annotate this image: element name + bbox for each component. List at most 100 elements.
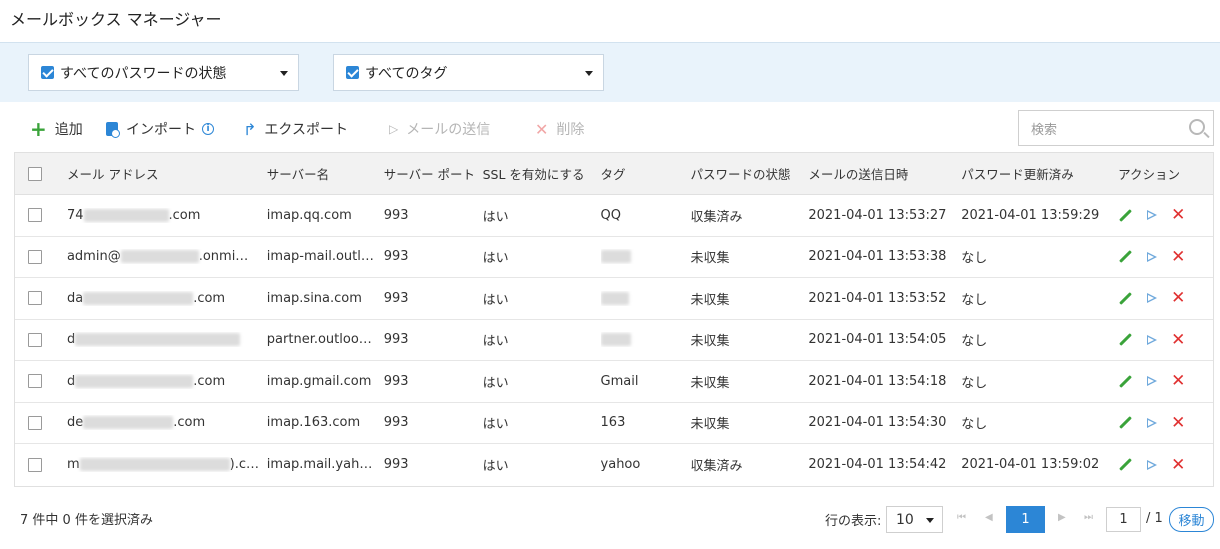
send-icon[interactable] <box>1147 293 1158 304</box>
page-number-input[interactable]: 1 <box>1106 507 1141 532</box>
edit-icon[interactable] <box>1119 333 1132 347</box>
actions-cell: ✕ <box>1115 333 1213 347</box>
send-icon[interactable] <box>1147 376 1158 387</box>
table-row[interactable]: d .com imap.gmail.com 993 はい Gmail 未収集 2021-04-… <box>15 361 1213 403</box>
password-state-cell: 未収集 <box>690 417 730 433</box>
export-button[interactable]: ↱ エクスポート <box>243 118 348 140</box>
send-icon[interactable] <box>1147 210 1158 221</box>
password-state-filter-label: すべてのパスワードの状態 <box>60 65 227 82</box>
delete-button[interactable]: ✕ 削除 <box>535 118 584 140</box>
server-cell: partner.outlook… <box>266 332 380 348</box>
password-updated-cell: なし <box>961 251 988 267</box>
send-icon[interactable] <box>1147 334 1158 345</box>
tag-cell: yahoo <box>601 457 691 472</box>
header-sent-time[interactable]: メールの送信日時 <box>808 164 961 183</box>
page-title: メールボックス マネージャー <box>10 10 222 29</box>
row-checkbox[interactable] <box>28 208 42 223</box>
edit-icon[interactable] <box>1119 250 1132 264</box>
add-label: 追加 <box>54 122 83 138</box>
row-checkbox[interactable] <box>28 291 42 306</box>
delete-icon[interactable]: ✕ <box>1171 333 1185 347</box>
edit-icon[interactable] <box>1119 416 1132 430</box>
table-body: 74 .com imap.qq.com 993 はい QQ 収集済み 2021-04-01 1… <box>15 195 1213 486</box>
delete-icon[interactable]: ✕ <box>1171 208 1185 222</box>
header-password-state[interactable]: パスワードの状態 <box>690 164 808 183</box>
tag-filter[interactable]: すべてのタグ <box>333 54 604 91</box>
send-icon[interactable] <box>1147 417 1158 428</box>
delete-icon[interactable]: ✕ <box>1171 416 1185 430</box>
page-1-button[interactable]: 1 <box>1006 506 1045 533</box>
port-cell: 993 <box>383 249 409 265</box>
edit-icon[interactable] <box>1119 208 1132 222</box>
redacted-block <box>600 250 631 264</box>
actions-cell: ✕ <box>1115 416 1213 430</box>
email-cell: da .com <box>67 291 267 306</box>
email-cell: de .com <box>67 415 267 430</box>
redacted-block <box>75 333 241 347</box>
row-checkbox[interactable] <box>28 332 42 347</box>
header-email[interactable]: メール アドレス <box>67 164 267 183</box>
header-server[interactable]: サーバー名 <box>267 164 384 183</box>
prev-page-icon[interactable]: ◀ <box>985 512 993 523</box>
first-page-icon[interactable]: ⏮ <box>957 512 966 523</box>
email-suffix: .com <box>168 207 201 223</box>
row-checkbox[interactable] <box>28 415 42 430</box>
delete-icon[interactable]: ✕ <box>1171 250 1185 264</box>
delete-icon[interactable]: ✕ <box>1171 374 1185 388</box>
checkbox-icon <box>346 66 359 79</box>
table-row[interactable]: admin@ .onmi… imap-mail.outl… 993 はい 未収集 2021-… <box>15 237 1213 278</box>
password-state-cell: 収集済み <box>690 459 743 475</box>
rows-per-page-select[interactable]: 10 <box>886 506 943 533</box>
header-password-updated[interactable]: パスワード更新済み <box>961 164 1115 183</box>
header-tag[interactable]: タグ <box>601 164 691 183</box>
mailbox-table: メール アドレス サーバー名 サーバー ポート SSL を有効にする タグ パス… <box>14 152 1214 487</box>
tag-cell: Gmail <box>601 374 691 389</box>
redacted-block <box>83 208 169 222</box>
email-prefix: m <box>66 457 80 473</box>
row-checkbox[interactable] <box>28 249 42 264</box>
tag-cell <box>600 249 691 264</box>
email-suffix: .com <box>173 415 206 431</box>
delete-icon[interactable]: ✕ <box>1171 458 1185 472</box>
go-button[interactable]: 移動 <box>1169 507 1214 532</box>
row-checkbox[interactable] <box>28 457 42 472</box>
password-state-filter[interactable]: すべてのパスワードの状態 <box>28 54 299 91</box>
delete-icon: ✕ <box>535 119 549 139</box>
select-all-checkbox[interactable] <box>28 166 42 181</box>
search-input[interactable]: 検索 <box>1018 110 1214 146</box>
import-button[interactable]: インポート i <box>106 118 214 140</box>
search-icon[interactable] <box>1189 119 1205 135</box>
next-page-icon[interactable]: ▶ <box>1058 512 1066 523</box>
table-row[interactable]: d partner.outlook… 993 はい 未収集 2021-04-01 13:5… <box>15 320 1213 361</box>
row-checkbox[interactable] <box>28 374 42 389</box>
edit-icon[interactable] <box>1119 291 1132 305</box>
import-icon <box>106 122 120 138</box>
send-icon[interactable] <box>1147 459 1158 470</box>
header-port[interactable]: サーバー ポート <box>384 164 483 183</box>
email-cell: 74 .com <box>67 208 267 223</box>
port-cell: 993 <box>383 457 409 473</box>
last-page-icon[interactable]: ⏭ <box>1084 512 1093 523</box>
edit-icon[interactable] <box>1119 374 1132 388</box>
ssl-cell: はい <box>482 375 509 391</box>
email-cell: d .com <box>67 374 267 389</box>
send-mail-button[interactable]: ▷ メールの送信 <box>389 118 490 140</box>
edit-icon[interactable] <box>1119 458 1132 472</box>
table-row[interactable]: de .com imap.163.com 993 はい 163 未収集 2021-04-01 … <box>15 403 1213 444</box>
header-ssl[interactable]: SSL を有効にする <box>483 164 601 183</box>
delete-icon[interactable]: ✕ <box>1171 291 1185 305</box>
ssl-cell: はい <box>482 334 509 350</box>
password-updated-cell: なし <box>961 417 988 433</box>
redacted-block <box>83 416 174 430</box>
send-icon[interactable] <box>1147 251 1158 262</box>
sent-time-cell: 2021-04-01 13:53:27 <box>808 207 947 223</box>
email-suffix: .com <box>193 290 226 306</box>
add-button[interactable]: + 追加 <box>30 118 83 140</box>
row-checkbox-cell <box>15 457 67 472</box>
table-row[interactable]: 74 .com imap.qq.com 993 はい QQ 収集済み 2021-04-01 1… <box>15 195 1213 237</box>
tag-value: 163 <box>600 415 626 431</box>
redacted-block <box>120 250 199 264</box>
table-row[interactable]: da .com imap.sina.com 993 はい 未収集 2021-04-01 13… <box>15 278 1213 320</box>
table-row[interactable]: m).c… imap.mail.yaho… 993 はい yahoo 収集済み 2021-0… <box>15 444 1213 486</box>
info-icon[interactable]: i <box>202 123 214 135</box>
